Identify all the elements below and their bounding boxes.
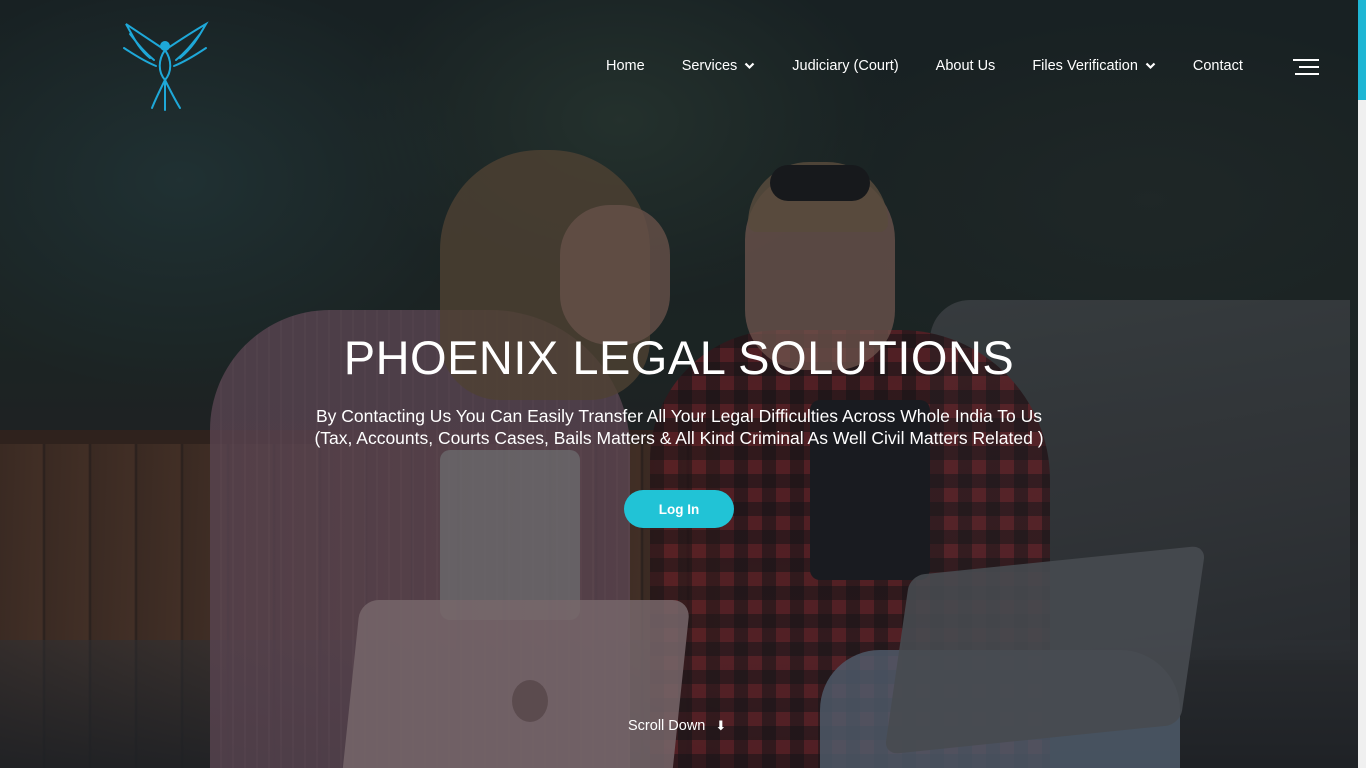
nav-contact-label: Contact (1192, 58, 1243, 74)
nav-services-label: Services (681, 58, 738, 74)
nav-files-verification[interactable]: Files Verification (1032, 58, 1156, 74)
hero-subtitle-line1: By Contacting Us You Can Easily Transfer… (316, 406, 1042, 426)
nav-files-label: Files Verification (1032, 58, 1138, 74)
chevron-down-icon (745, 62, 755, 70)
nav-judiciary-label: Judiciary (Court) (792, 58, 899, 74)
nav-about-us[interactable]: About Us (936, 58, 996, 74)
nav-services[interactable]: Services (682, 58, 756, 74)
arrow-down-icon: ⬇ (715, 718, 727, 733)
phoenix-bird-icon[interactable] (120, 20, 210, 112)
scrollbar-thumb[interactable] (1358, 0, 1366, 100)
nav-home-label: Home (606, 58, 645, 74)
scroll-down-label: Scroll Down (628, 718, 706, 734)
nav-contact[interactable]: Contact (1193, 58, 1243, 74)
login-button[interactable]: Log In (624, 490, 734, 528)
page-scrollbar[interactable] (1358, 0, 1366, 768)
nav-about-label: About Us (935, 58, 996, 74)
scroll-down-link[interactable]: Scroll Down ⬇ (628, 718, 726, 734)
nav-judiciary[interactable]: Judiciary (Court) (792, 58, 898, 74)
hamburger-menu-icon[interactable] (1293, 59, 1319, 77)
main-nav: Home Services Judiciary (Court) About Us… (606, 58, 1280, 74)
chevron-down-icon (1145, 62, 1156, 70)
hero-subtitle-line2: (Tax, Accounts, Courts Cases, Bails Matt… (314, 427, 1044, 448)
nav-home[interactable]: Home (606, 58, 645, 74)
hero-subtitle: By Contacting Us You Can Easily Transfer… (0, 406, 1358, 449)
hero-title: PHOENIX LEGAL SOLUTIONS (343, 331, 1015, 384)
